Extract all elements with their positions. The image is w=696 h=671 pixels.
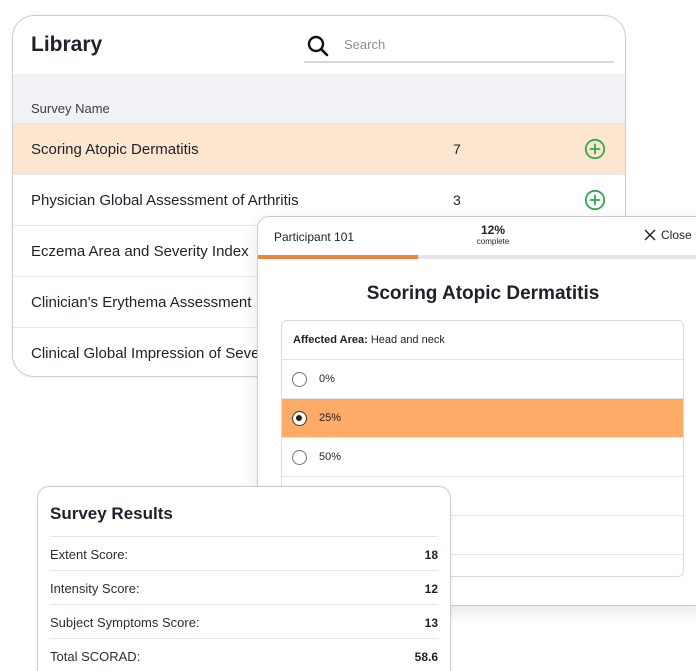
survey-name: Scoring Atopic Dermatitis (31, 141, 199, 158)
question-label: Affected Area: (293, 334, 368, 346)
survey-name: Clinical Global Impression of Severity (31, 345, 280, 362)
survey-count: 3 (453, 192, 461, 208)
search-bar (304, 33, 614, 63)
survey-title: Scoring Atopic Dermatitis (366, 283, 600, 304)
progress-percent: 12% (480, 223, 506, 237)
option-25-percent[interactable]: 25% (282, 399, 683, 438)
result-row-total: Total SCORAD: 58.6 (50, 638, 438, 671)
radio-button[interactable] (292, 372, 307, 387)
participant-label: Participant 101 (274, 230, 355, 244)
result-row-intensity: Intensity Score: 12 (50, 570, 438, 604)
plus-circle-icon[interactable] (584, 138, 606, 160)
library-title: Library (31, 33, 103, 56)
result-value: 12 (424, 582, 438, 596)
result-value: 18 (424, 548, 438, 562)
question-value: Head and neck (370, 334, 445, 346)
radio-button-selected[interactable] (292, 411, 307, 426)
result-value: 13 (424, 616, 438, 630)
option-label: 25% (319, 412, 342, 424)
result-label: Total SCORAD: (50, 649, 141, 664)
option-50-percent[interactable]: 50% (282, 438, 683, 477)
close-label: Close (661, 228, 692, 242)
result-label: Intensity Score: (50, 581, 140, 596)
progress-label: complete (476, 237, 510, 246)
survey-count: 7 (453, 141, 461, 157)
result-row-extent: Extent Score: 18 (50, 536, 438, 570)
results-list: Extent Score: 18 Intensity Score: 12 Sub… (50, 536, 438, 671)
option-label: 50% (319, 451, 342, 463)
table-row[interactable]: Scoring Atopic Dermatitis 7 (13, 124, 625, 175)
result-label: Extent Score: (50, 547, 129, 562)
survey-results-card: Survey Results Extent Score: 18 Intensit… (37, 486, 451, 671)
library-header: Library (13, 16, 625, 74)
close-button[interactable]: Close (644, 228, 692, 242)
survey-name: Physician Global Assessment of Arthritis (31, 192, 299, 209)
survey-name: Clinician's Erythema Assessment (31, 294, 252, 311)
survey-name: Eczema Area and Severity Index (31, 243, 249, 260)
radio-button[interactable] (292, 450, 307, 465)
result-label: Subject Symptoms Score: (50, 615, 200, 630)
close-icon (644, 229, 656, 241)
results-title: Survey Results (50, 504, 173, 523)
modal-header: Participant 101 12% complete Close (258, 217, 696, 259)
result-row-symptoms: Subject Symptoms Score: 13 (50, 604, 438, 638)
option-label: 0% (319, 373, 335, 385)
option-0-percent[interactable]: 0% (282, 360, 683, 399)
column-header-survey-name: Survey Name (13, 74, 625, 124)
plus-circle-icon[interactable] (584, 189, 606, 211)
search-icon[interactable] (306, 34, 330, 58)
question-prompt: Affected Area: Head and neck (282, 321, 683, 360)
progress-bar (258, 255, 696, 259)
progress-bar-fill (258, 255, 419, 259)
search-input[interactable] (344, 37, 584, 52)
result-value: 58.6 (414, 650, 438, 664)
